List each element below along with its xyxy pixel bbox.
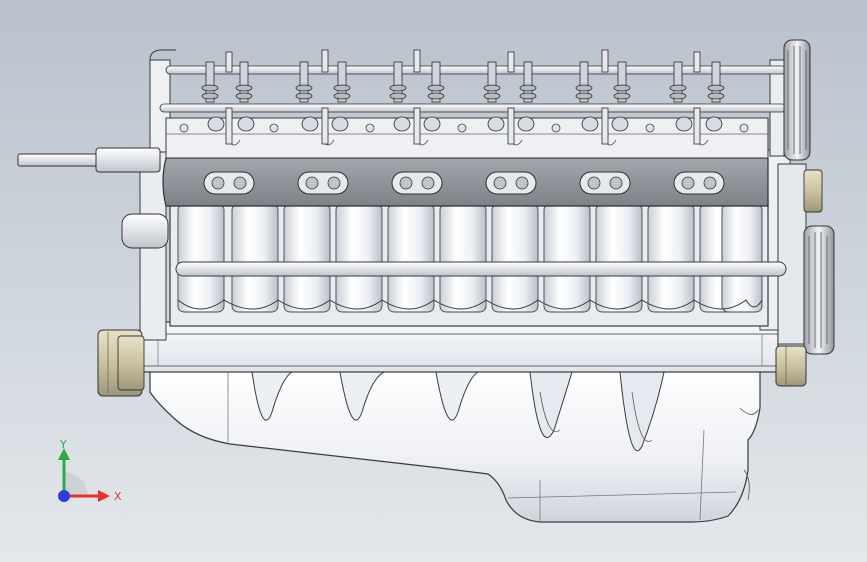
flywheel-hub[interactable] [97, 329, 145, 397]
z-axis-dot [58, 490, 70, 502]
cylinder-head[interactable] [162, 157, 769, 207]
cylinder-barrels [177, 203, 763, 313]
left-fitting[interactable] [121, 213, 169, 249]
valve-spring-coils [201, 84, 725, 100]
y-axis-label: Y [59, 440, 67, 451]
upper-pulley[interactable] [783, 39, 811, 161]
engine-model[interactable] [0, 0, 867, 562]
lower-pulley[interactable] [803, 225, 835, 355]
crankcase-flange[interactable] [141, 321, 779, 373]
orientation-triad: Y X [58, 440, 122, 503]
right-hub-upper[interactable] [803, 169, 823, 213]
x-axis-label: X [114, 490, 122, 503]
right-hub-lower[interactable] [775, 345, 807, 387]
drive-shaft[interactable] [17, 147, 161, 173]
cad-viewport[interactable]: Y X [0, 0, 867, 562]
coolant-pipe[interactable] [175, 261, 787, 277]
oil-sump[interactable] [149, 367, 761, 523]
